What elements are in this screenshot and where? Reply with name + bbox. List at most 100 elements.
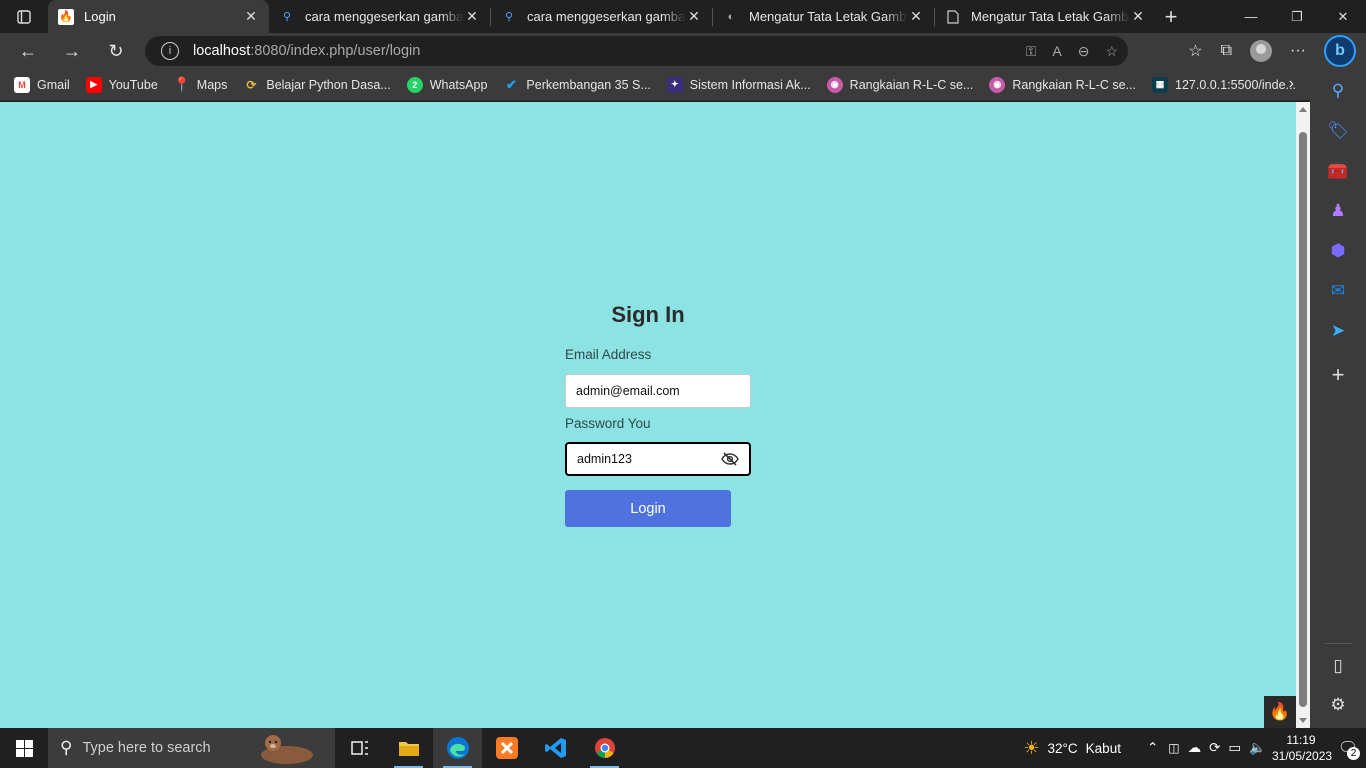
python-icon: ⟳ xyxy=(246,77,257,92)
scroll-thumb[interactable] xyxy=(1299,132,1307,707)
tab-actions-icon[interactable] xyxy=(0,0,48,33)
bookmark-perkembangan[interactable]: ✔ Perkembangan 35 S... xyxy=(503,76,651,93)
new-tab-button[interactable]: + xyxy=(1156,4,1186,30)
weather-icon[interactable]: ☀ xyxy=(1023,738,1039,759)
bookmark-label: Sistem Informasi Ak... xyxy=(689,77,811,92)
chrome-icon[interactable] xyxy=(580,728,629,768)
tab-title: Mengatur Tata Letak Gambar xyxy=(971,9,1130,24)
tab-search-1[interactable]: ⚲ cara menggeserkan gambar di css ✕ xyxy=(269,0,490,33)
email-field[interactable]: admin@email.com xyxy=(565,374,751,408)
search-icon: ⚲ xyxy=(60,738,73,757)
close-icon[interactable]: ✕ xyxy=(908,8,924,25)
bookmark-localhost[interactable]: ▦ 127.0.0.1:5500/inde... xyxy=(1152,76,1296,93)
taskbar-search[interactable]: ⚲ Type here to search xyxy=(48,728,335,768)
bing-icon[interactable]: b xyxy=(1324,35,1356,67)
bookmark-maps[interactable]: 📍 Maps xyxy=(173,76,227,93)
tab-search-2[interactable]: ⚲ cara menggeserkan gambar di css ✕ xyxy=(491,0,712,33)
shopping-icon[interactable]: 🏷 xyxy=(1326,119,1350,143)
collections-icon[interactable]: ⧉ xyxy=(1221,42,1232,60)
tools-icon[interactable]: 🧰 xyxy=(1326,159,1350,183)
task-view-icon[interactable] xyxy=(335,728,384,768)
bookmark-sistem-informasi[interactable]: ✦ Sistem Informasi Ak... xyxy=(666,76,811,93)
close-icon[interactable]: ✕ xyxy=(686,8,702,25)
battery-icon[interactable]: ▭ xyxy=(1228,740,1241,756)
page-scrollbar[interactable] xyxy=(1296,102,1310,728)
notification-center[interactable]: 🗨 2 xyxy=(1330,728,1366,768)
bookmark-rangkaian-2[interactable]: ◉ Rangkaian R-L-C se... xyxy=(989,76,1136,93)
login-button[interactable]: Login xyxy=(565,490,731,527)
close-icon[interactable]: ✕ xyxy=(464,8,480,25)
back-icon[interactable]: ← xyxy=(6,33,50,69)
url-path: :8080/index.php/user/login xyxy=(250,43,421,59)
games-icon[interactable]: ♟ xyxy=(1326,199,1350,223)
info-icon[interactable]: i xyxy=(161,42,179,60)
bookmark-python[interactable]: ⟳ Belajar Python Dasa... xyxy=(243,77,390,93)
bookmark-rangkaian-1[interactable]: ◉ Rangkaian R-L-C se... xyxy=(826,76,973,93)
bookmark-youtube[interactable]: ▶ YouTube xyxy=(85,76,158,93)
read-aloud-icon[interactable]: A xyxy=(1052,43,1061,59)
email-value: admin@email.com xyxy=(576,384,680,398)
scroll-up-icon[interactable] xyxy=(1299,107,1307,112)
bookmark-gmail[interactable]: M Gmail xyxy=(14,76,70,93)
sidebar-divider xyxy=(1324,643,1352,644)
settings-icon[interactable]: ⚙ xyxy=(1326,693,1350,717)
sidebar-panel-icon[interactable]: ▯ xyxy=(1326,654,1350,678)
close-icon[interactable]: ✕ xyxy=(1130,8,1146,25)
bookmark-whatsapp[interactable]: 2 WhatsApp xyxy=(406,76,487,93)
drop-icon[interactable]: ➤ xyxy=(1326,319,1350,343)
outlook-icon[interactable]: ✉ xyxy=(1326,279,1350,303)
local-icon: ▦ xyxy=(1152,76,1169,93)
search-icon: ⚲ xyxy=(504,11,514,23)
university-icon: ✦ xyxy=(666,76,683,93)
microsoft365-icon[interactable]: ⬢ xyxy=(1326,239,1350,263)
weather-temp: 32°C xyxy=(1047,740,1078,756)
zoom-out-icon[interactable]: ⊖ xyxy=(1078,43,1090,60)
minimize-icon[interactable]: — xyxy=(1228,0,1274,33)
add-icon[interactable]: + xyxy=(1326,362,1350,387)
codeigniter-debug-icon[interactable]: 🔥 xyxy=(1264,696,1296,728)
tab-tata-letak-1[interactable]: ◐ Mengatur Tata Letak Gambar ✕ xyxy=(713,0,934,33)
tab-title: cara menggeserkan gambar di css xyxy=(527,9,686,24)
close-window-icon[interactable]: ✕ xyxy=(1320,0,1366,33)
chevron-up-icon[interactable]: ⌃ xyxy=(1147,740,1158,756)
check-icon: ✔ xyxy=(505,76,517,92)
bookmark-label: YouTube xyxy=(108,77,158,92)
forward-icon[interactable]: → xyxy=(50,33,94,69)
chevron-right-icon[interactable]: › xyxy=(1289,75,1294,93)
bookmark-label: 127.0.0.1:5500/inde... xyxy=(1175,77,1296,92)
update-icon[interactable]: ⟳ xyxy=(1209,740,1220,756)
xampp-icon[interactable] xyxy=(482,728,531,768)
clock[interactable]: 11:19 31/05/2023 xyxy=(1272,732,1333,764)
password-field[interactable]: admin123 xyxy=(565,442,751,476)
volume-icon[interactable]: 🔈 xyxy=(1249,740,1266,756)
windows-start-icon[interactable] xyxy=(0,728,48,768)
meet-icon[interactable]: ◫ xyxy=(1168,741,1179,755)
eye-off-icon[interactable] xyxy=(721,452,739,466)
bookmark-label: Perkembangan 35 S... xyxy=(526,77,651,92)
tab-title: Login xyxy=(84,9,116,24)
favorites-icon[interactable]: ☆ xyxy=(1188,41,1202,61)
refresh-icon[interactable]: ↻ xyxy=(94,33,138,69)
system-tray: ☀ 32°C Kabut ⌃ ◫ ☁ ⟳ ▭ 🔈 11:19 31/05/202… xyxy=(1023,728,1366,768)
onedrive-icon[interactable]: ☁ xyxy=(1188,740,1202,756)
file-explorer-icon[interactable] xyxy=(384,728,433,768)
tab-tata-letak-2[interactable]: Mengatur Tata Letak Gambar ✕ xyxy=(935,0,1156,33)
clock-date: 31/05/2023 xyxy=(1272,749,1333,763)
scroll-down-icon[interactable] xyxy=(1299,718,1307,723)
more-menu-icon[interactable]: ··· xyxy=(1290,42,1306,60)
close-icon[interactable]: ✕ xyxy=(243,8,259,25)
browser-tools: ☆ ⧉ ··· xyxy=(1188,33,1306,69)
restore-icon[interactable]: ❐ xyxy=(1274,0,1320,33)
bookmarks-bar: M Gmail ▶ YouTube 📍 Maps ⟳ Belajar Pytho… xyxy=(0,69,1310,101)
bookmark-label: Belajar Python Dasa... xyxy=(266,77,391,92)
key-icon[interactable]: ⚿ xyxy=(1026,43,1037,60)
search-icon[interactable]: ⚲ xyxy=(1326,79,1350,103)
whatsapp-icon: 2 xyxy=(406,76,423,93)
profile-avatar[interactable] xyxy=(1250,40,1273,62)
document-icon xyxy=(945,9,961,25)
vscode-icon[interactable] xyxy=(531,728,580,768)
edge-icon[interactable] xyxy=(433,728,482,768)
tab-login[interactable]: 🔥 Login ✕ xyxy=(48,0,269,33)
add-favorite-icon[interactable]: ☆ xyxy=(1105,43,1118,60)
address-bar[interactable]: i localhost:8080/index.php/user/login ⚿ … xyxy=(145,36,1128,66)
